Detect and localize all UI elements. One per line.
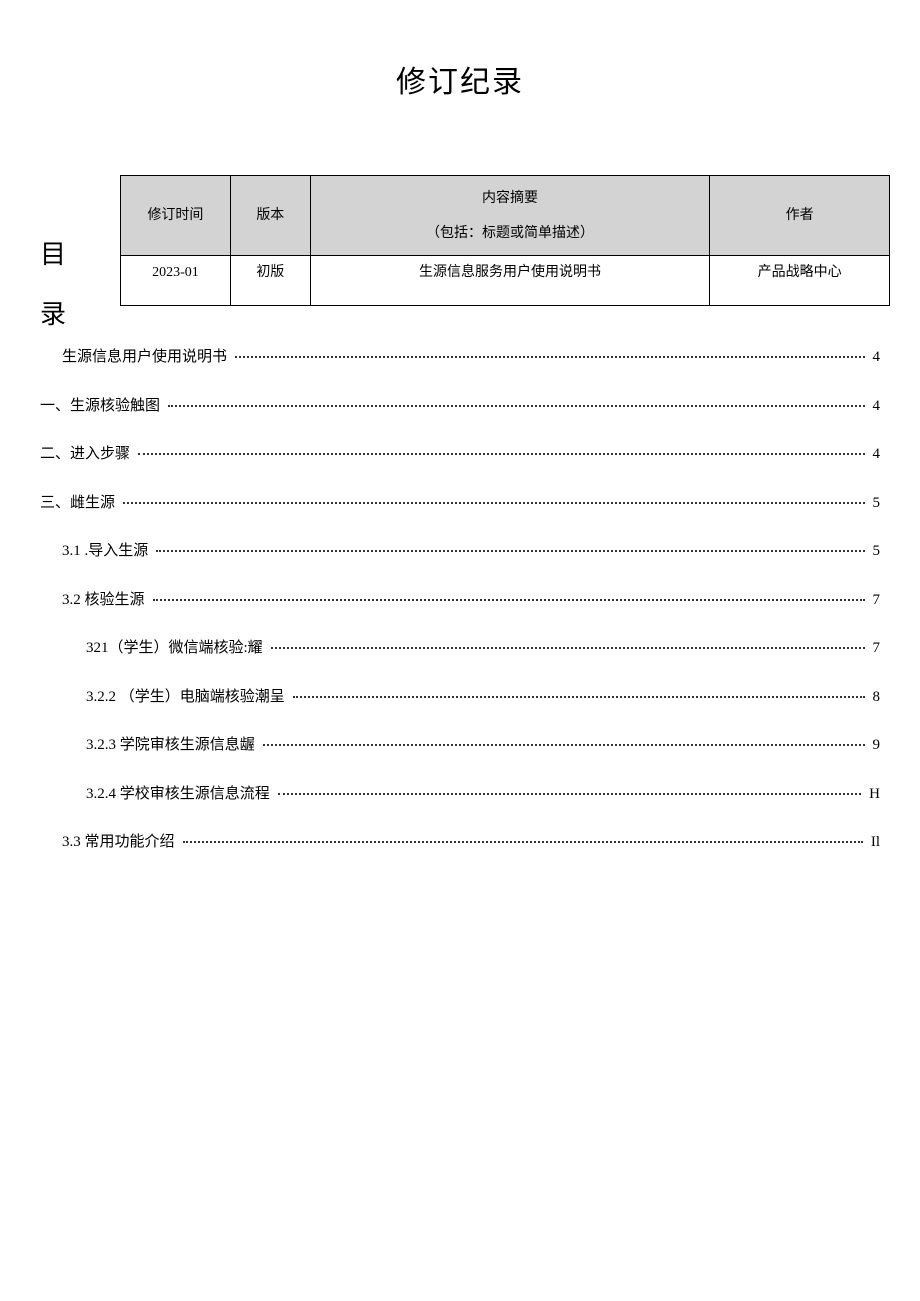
toc-entry: 一、生源核验触图 4 <box>40 395 880 418</box>
toc-heading-vertical: 目 录 <box>40 225 66 345</box>
toc-entry-page: Il <box>867 831 880 854</box>
toc-leader-dots <box>278 793 861 795</box>
toc-entry-label: 生源信息用户使用说明书 <box>62 346 231 369</box>
toc-entry: 321（学生）微信端核验:耀 7 <box>40 637 880 660</box>
th-author: 作者 <box>710 176 890 256</box>
th-revision-time: 修订时间 <box>121 176 231 256</box>
toc-entry: 3.1 .导入生源 5 <box>40 540 880 563</box>
toc-heading-char: 目 <box>40 225 66 285</box>
toc-entry-page: 4 <box>869 443 881 466</box>
toc-entry-label: 三、雌生源 <box>40 492 119 515</box>
toc-leader-dots <box>123 502 864 504</box>
toc-leader-dots <box>263 744 865 746</box>
toc-entry: 生源信息用户使用说明书 4 <box>40 346 880 369</box>
toc-leader-dots <box>153 599 865 601</box>
td-revision-time: 2023-01 <box>121 256 231 306</box>
toc-entry-label: 3.2.2 （学生）电脑端核验潮呈 <box>86 686 289 709</box>
page-title: 修订纪录 <box>40 60 880 105</box>
toc-entry-page: H <box>865 783 880 806</box>
toc-entry-label: 3.1 .导入生源 <box>62 540 152 563</box>
table-row: 2023-01 初版 生源信息服务用户使用说明书 产品战略中心 <box>121 256 890 306</box>
toc-entry-label: 3.3 常用功能介绍 <box>62 831 179 854</box>
td-author: 产品战略中心 <box>710 256 890 306</box>
toc-heading-char: 录 <box>40 285 66 345</box>
toc-entry-page: 8 <box>869 686 881 709</box>
toc-leader-dots <box>183 841 863 843</box>
toc-entry-page: 7 <box>869 637 881 660</box>
toc-entry: 3.2.3 学院审核生源信息龌 9 <box>40 734 880 757</box>
th-version: 版本 <box>230 176 310 256</box>
toc-entry-label: 3.2.3 学院审核生源信息龌 <box>86 734 259 757</box>
toc-entry: 3.2.4 学校审核生源信息流程 H <box>40 783 880 806</box>
toc-entry-label: 一、生源核验触图 <box>40 395 164 418</box>
toc-entry-page: 5 <box>869 492 881 515</box>
th-summary-line1: 内容摘要 <box>482 188 538 209</box>
toc-leader-dots <box>271 647 865 649</box>
toc-entry-label: 321（学生）微信端核验:耀 <box>86 637 267 660</box>
toc-entry: 3.2.2 （学生）电脑端核验潮呈 8 <box>40 686 880 709</box>
toc-entry-page: 5 <box>869 540 881 563</box>
toc-entry: 三、雌生源 5 <box>40 492 880 515</box>
toc-entry: 二、进入步骤 4 <box>40 443 880 466</box>
toc-entry-label: 3.2.4 学校审核生源信息流程 <box>86 783 274 806</box>
toc-leader-dots <box>156 550 864 552</box>
revision-history-table: 修订时间 版本 内容摘要 （包括：标题或简单描述） 作者 2023-01 初版 … <box>120 175 890 306</box>
toc-entry-page: 4 <box>869 346 881 369</box>
table-header-row: 修订时间 版本 内容摘要 （包括：标题或简单描述） 作者 <box>121 176 890 256</box>
th-summary: 内容摘要 （包括：标题或简单描述） <box>310 176 709 256</box>
td-version: 初版 <box>230 256 310 306</box>
toc-entry: 3.2 核验生源 7 <box>40 589 880 612</box>
toc-entry-label: 二、进入步骤 <box>40 443 134 466</box>
toc-leader-dots <box>168 405 864 407</box>
toc-leader-dots <box>138 453 864 455</box>
toc-entry-label: 3.2 核验生源 <box>62 589 149 612</box>
toc-entry-page: 4 <box>869 395 881 418</box>
toc-leader-dots <box>235 356 864 358</box>
toc-entry-page: 9 <box>869 734 881 757</box>
toc-entry: 3.3 常用功能介绍 Il <box>40 831 880 854</box>
th-summary-line2: （包括：标题或简单描述） <box>426 223 594 244</box>
toc-entry-page: 7 <box>869 589 881 612</box>
toc-leader-dots <box>293 696 865 698</box>
table-of-contents: 生源信息用户使用说明书4一、生源核验触图4二、进入步骤4三、雌生源53.1 .导… <box>40 346 880 854</box>
td-summary: 生源信息服务用户使用说明书 <box>310 256 709 306</box>
